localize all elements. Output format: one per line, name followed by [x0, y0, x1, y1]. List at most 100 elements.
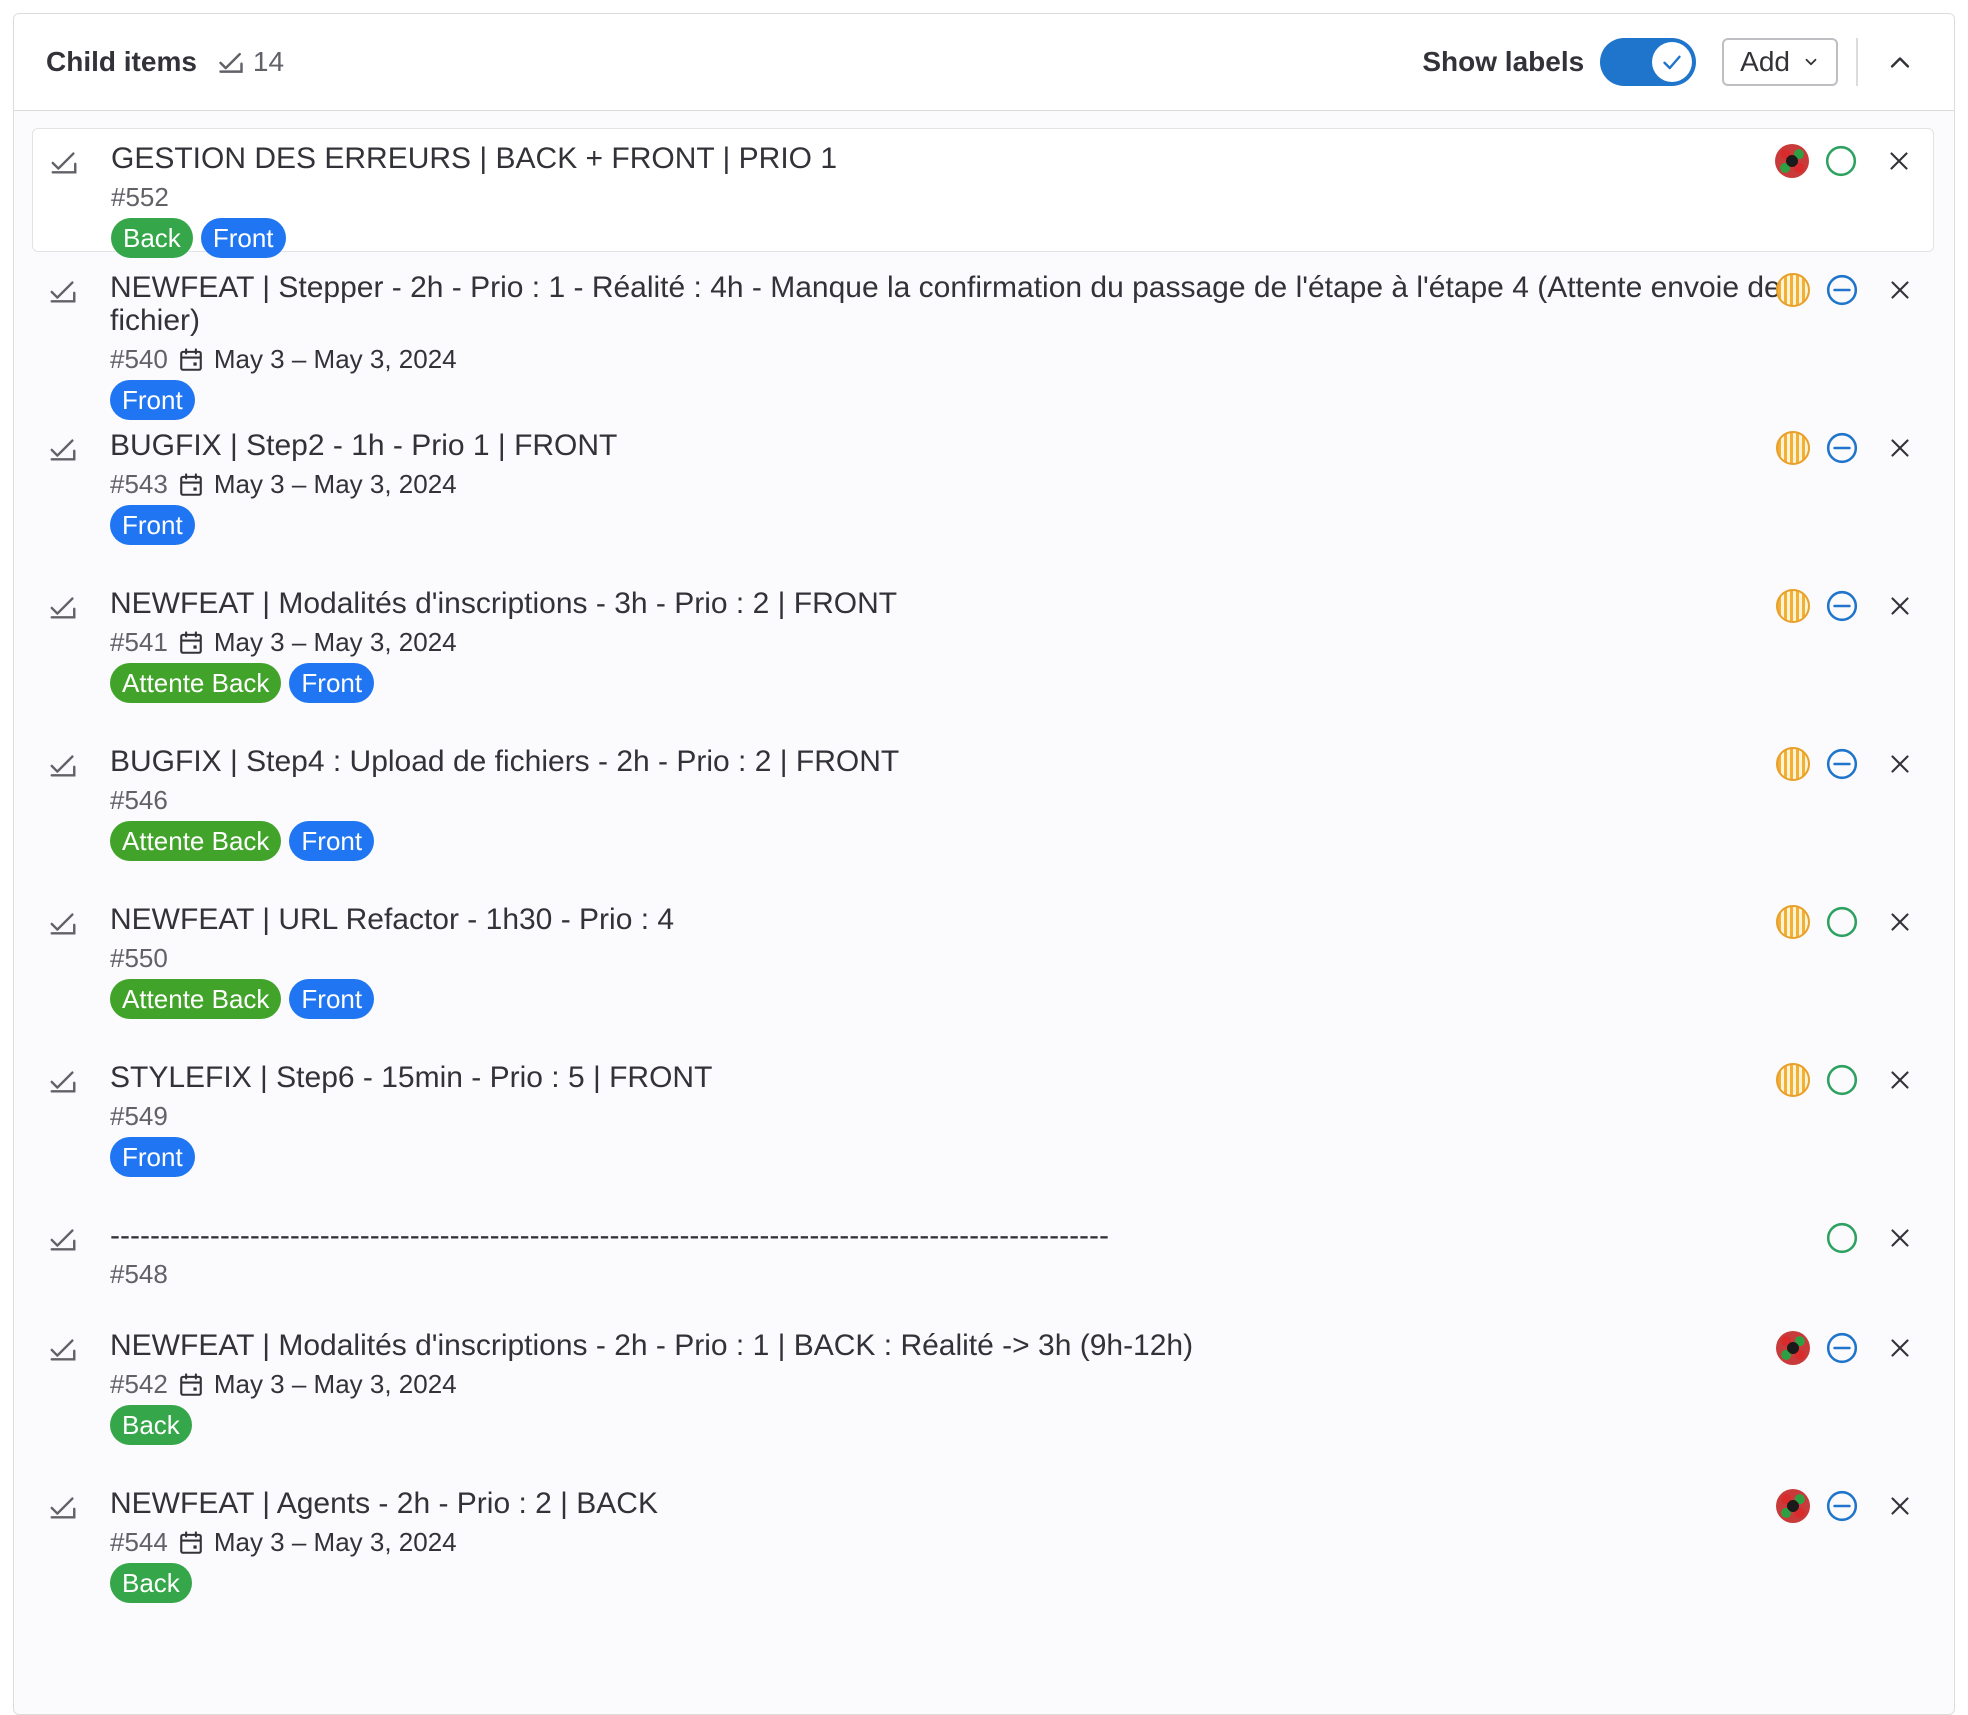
task-done-icon: [48, 276, 78, 311]
list-item[interactable]: STYLEFIX | Step6 - 15min - Prio : 5 | FR…: [32, 1048, 1934, 1198]
list-item[interactable]: ----------------------------------------…: [32, 1206, 1934, 1316]
remove-item-button[interactable]: [1886, 434, 1914, 462]
child-items-title: Child items: [46, 46, 197, 77]
item-actions: [1776, 1220, 1914, 1256]
label-badge[interactable]: Front: [289, 979, 375, 1019]
avatar[interactable]: [1776, 1221, 1810, 1255]
label-badge[interactable]: Front: [200, 218, 286, 258]
minus-circle-icon: [1824, 746, 1860, 782]
avatar[interactable]: [1775, 144, 1809, 178]
item-dates: May 3 – May 3, 2024: [213, 1527, 457, 1557]
item-labels: Attente Back Front: [110, 663, 382, 703]
item-actions: [1776, 1330, 1914, 1366]
avatar[interactable]: [1776, 589, 1810, 623]
child-items-count-value: 14: [252, 46, 285, 77]
label-badge[interactable]: Front: [110, 380, 195, 420]
add-button-label: Add: [1740, 46, 1790, 77]
minus-circle-icon: [1824, 1488, 1860, 1524]
open-circle-icon: [1824, 1220, 1860, 1256]
avatar[interactable]: [1776, 431, 1810, 465]
item-labels: Front: [110, 505, 203, 545]
list-item[interactable]: NEWFEAT | URL Refactor - 1h30 - Prio : 4…: [32, 890, 1934, 1040]
item-reference: #543: [110, 469, 168, 499]
child-items-count: 14: [217, 46, 284, 78]
open-circle-icon: [1824, 904, 1860, 940]
label-badge[interactable]: Front: [110, 1137, 195, 1177]
label-badge[interactable]: Back: [110, 1563, 192, 1603]
label-badge[interactable]: Back: [110, 1405, 192, 1445]
remove-item-button[interactable]: [1886, 1224, 1914, 1252]
label-badge[interactable]: Front: [110, 505, 195, 545]
avatar[interactable]: [1776, 273, 1810, 307]
item-title-link[interactable]: NEWFEAT | Modalités d'inscriptions - 3h …: [110, 587, 1790, 620]
list-item[interactable]: NEWFEAT | Modalités d'inscriptions - 2h …: [32, 1316, 1934, 1466]
item-meta: #550: [110, 943, 168, 974]
item-title-link[interactable]: ----------------------------------------…: [110, 1219, 1790, 1252]
list-item[interactable]: BUGFIX | Step4 : Upload de fichiers - 2h…: [32, 732, 1934, 882]
label-badge[interactable]: Attente Back: [110, 821, 282, 861]
open-circle-icon: [1823, 143, 1859, 179]
item-title-link[interactable]: NEWFEAT | Agents - 2h - Prio : 2 | BACK: [110, 1487, 1790, 1520]
remove-item-button[interactable]: [1886, 750, 1914, 778]
close-icon: [1891, 281, 1909, 299]
avatar[interactable]: [1776, 905, 1810, 939]
task-done-icon: [48, 1334, 78, 1369]
chevron-down-icon: [1805, 58, 1817, 66]
item-title-link[interactable]: BUGFIX | Step4 : Upload de fichiers - 2h…: [110, 745, 1790, 778]
list-item[interactable]: GESTION DES ERREURS | BACK + FRONT | PRI…: [32, 128, 1934, 258]
item-reference: #546: [110, 785, 168, 815]
label-badge[interactable]: Front: [289, 663, 375, 703]
item-labels: Attente Back Front: [110, 979, 382, 1019]
remove-item-button[interactable]: [1885, 147, 1913, 175]
item-title-link[interactable]: STYLEFIX | Step6 - 15min - Prio : 5 | FR…: [110, 1061, 1790, 1094]
minus-circle-icon: [1824, 272, 1860, 308]
item-title-link[interactable]: BUGFIX | Step2 - 1h - Prio 1 | FRONT: [110, 429, 1790, 462]
item-reference: #540: [110, 344, 168, 374]
list-item[interactable]: BUGFIX | Step2 - 1h - Prio 1 | FRONT #543…: [32, 416, 1934, 566]
task-done-icon: [48, 592, 78, 627]
calendar-icon: [178, 630, 204, 656]
remove-item-button[interactable]: [1886, 1066, 1914, 1094]
list-item[interactable]: NEWFEAT | Stepper - 2h - Prio : 1 - Réal…: [32, 258, 1934, 420]
item-dates: May 3 – May 3, 2024: [213, 344, 457, 374]
avatar[interactable]: [1776, 1331, 1810, 1365]
list-item[interactable]: NEWFEAT | Agents - 2h - Prio : 2 | BACK #…: [32, 1474, 1934, 1624]
item-labels: Back: [110, 1405, 200, 1445]
task-done-icon: [219, 52, 243, 73]
remove-item-button[interactable]: [1886, 1492, 1914, 1520]
label-badge[interactable]: Attente Back: [110, 663, 282, 703]
close-icon: [1891, 597, 1909, 615]
item-reference: #550: [110, 943, 168, 973]
item-title-link[interactable]: GESTION DES ERREURS | BACK + FRONT | PRI…: [111, 142, 1791, 175]
label-badge[interactable]: Front: [289, 821, 375, 861]
label-badge[interactable]: Back: [111, 218, 193, 258]
avatar[interactable]: [1776, 747, 1810, 781]
show-labels-toggle[interactable]: [1600, 38, 1697, 86]
label-badge[interactable]: Attente Back: [110, 979, 282, 1019]
remove-item-button[interactable]: [1886, 908, 1914, 936]
check-icon: [1663, 55, 1681, 70]
item-reference: #552: [111, 182, 169, 212]
add-button[interactable]: Add: [1722, 38, 1838, 86]
avatar[interactable]: [1776, 1489, 1810, 1523]
collapse-button[interactable]: [1876, 38, 1924, 86]
item-meta: #548: [110, 1259, 168, 1290]
item-actions: [1776, 272, 1914, 308]
item-title-link[interactable]: NEWFEAT | Stepper - 2h - Prio : 1 - Réal…: [110, 271, 1790, 337]
list-item[interactable]: NEWFEAT | Modalités d'inscriptions - 3h …: [32, 574, 1934, 724]
close-icon: [1891, 1497, 1909, 1515]
calendar-icon: [178, 472, 204, 498]
task-done-icon: [49, 147, 79, 182]
close-icon: [1891, 913, 1909, 931]
task-done-icon: [48, 1224, 78, 1259]
toggle-knob: [1652, 42, 1693, 82]
remove-item-button[interactable]: [1886, 1334, 1914, 1362]
avatar[interactable]: [1776, 1063, 1810, 1097]
item-actions: [1776, 1062, 1914, 1098]
item-title-link[interactable]: NEWFEAT | Modalités d'inscriptions - 2h …: [110, 1329, 1790, 1362]
item-meta: #546: [110, 785, 168, 816]
remove-item-button[interactable]: [1886, 276, 1914, 304]
remove-item-button[interactable]: [1886, 592, 1914, 620]
item-title-link[interactable]: NEWFEAT | URL Refactor - 1h30 - Prio : 4: [110, 903, 1790, 936]
item-actions: [1776, 430, 1914, 466]
